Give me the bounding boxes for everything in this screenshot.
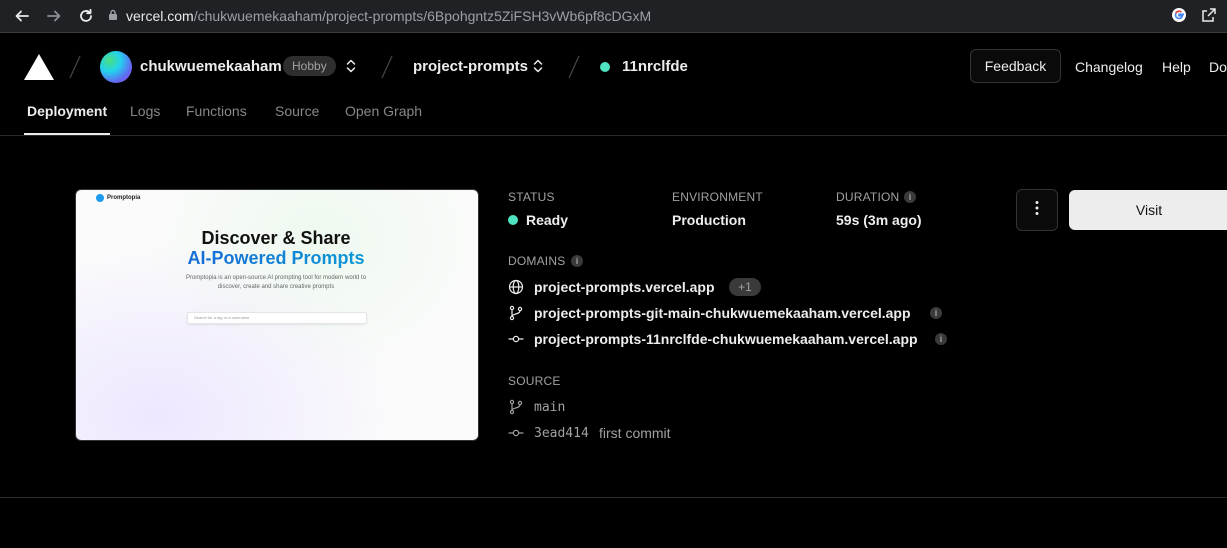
preview-heading: Discover & Share (201, 228, 351, 248)
back-arrow-icon[interactable] (12, 6, 32, 26)
info-icon[interactable]: i (904, 191, 916, 203)
breadcrumb-separator (68, 55, 82, 79)
forward-arrow-icon[interactable] (44, 6, 64, 26)
chevron-updown-icon[interactable] (345, 57, 357, 75)
preview-brand: Promptopia (96, 194, 140, 202)
lock-icon (108, 8, 118, 24)
environment-value: Production (672, 212, 746, 228)
environment-label: ENVIRONMENT (672, 190, 763, 204)
more-actions-button[interactable] (1016, 189, 1058, 231)
commit-sha[interactable]: 3ead414 (534, 426, 589, 441)
status-dot (508, 215, 518, 225)
deployment-preview[interactable]: Promptopia Discover & Share AI-Powered P… (75, 189, 479, 441)
section-divider (0, 497, 1227, 498)
visit-button[interactable]: Visit (1069, 190, 1227, 230)
git-branch-icon (508, 399, 524, 415)
source-label: SOURCE (508, 374, 561, 388)
share-icon[interactable] (1201, 7, 1217, 28)
browser-toolbar: vercel.com/chukwuemekaaham/project-promp… (0, 0, 1227, 33)
info-icon[interactable]: i (935, 333, 947, 345)
help-link[interactable]: Help (1162, 59, 1191, 75)
commit-message: first commit (599, 425, 671, 441)
project-name[interactable]: project-prompts (413, 58, 528, 75)
domains-label: DOMAINS (508, 254, 566, 268)
preview-search-input: Search for a tag or a username (187, 312, 367, 324)
tab-source[interactable]: Source (275, 103, 319, 119)
git-branch-icon (508, 305, 524, 321)
deployment-status-dot (600, 62, 610, 72)
domain-link[interactable]: project-prompts.vercel.app (534, 279, 715, 295)
url-path: /chukwuemekaaham/project-prompts/6Bpohgn… (193, 8, 652, 24)
info-icon[interactable]: i (930, 307, 942, 319)
git-commit-icon (508, 331, 524, 347)
google-icon[interactable] (1171, 7, 1187, 28)
status-value: Ready (526, 212, 569, 228)
deployment-id: 11nrclfde (622, 58, 688, 75)
source-branch[interactable]: main (534, 400, 565, 415)
domain-link[interactable]: project-prompts-git-main-chukwuemekaaham… (534, 305, 911, 321)
reload-icon[interactable] (76, 6, 96, 26)
vercel-logo-icon[interactable] (24, 54, 54, 85)
feedback-button[interactable]: Feedback (970, 49, 1061, 83)
kebab-menu-icon (1035, 200, 1039, 221)
chevron-updown-icon[interactable] (532, 57, 544, 75)
breadcrumb-separator (567, 55, 581, 79)
address-bar[interactable]: vercel.com/chukwuemekaaham/project-promp… (108, 2, 1218, 30)
team-name[interactable]: chukwuemekaaham (140, 58, 282, 75)
tab-deployment[interactable]: Deployment (27, 103, 107, 119)
active-tab-indicator (24, 133, 110, 135)
tab-functions[interactable]: Functions (186, 103, 247, 119)
info-icon[interactable]: i (571, 255, 583, 267)
duration-label: DURATION (836, 190, 900, 204)
breadcrumb-separator (380, 55, 394, 79)
project-header: chukwuemekaaham Hobby project-prompts 11… (0, 33, 1227, 136)
globe-icon (508, 279, 524, 295)
domain-link[interactable]: project-prompts-11nrclfde-chukwuemekaaha… (534, 331, 918, 347)
docs-link[interactable]: Do (1209, 59, 1227, 75)
promptopia-logo-icon (96, 194, 104, 202)
tab-logs[interactable]: Logs (130, 103, 160, 119)
preview-heading-gradient: AI-Powered Prompts (76, 248, 476, 269)
extra-domains-badge[interactable]: +1 (729, 278, 761, 296)
duration-value: 59s (3m ago) (836, 212, 922, 228)
changelog-link[interactable]: Changelog (1075, 59, 1143, 75)
plan-badge: Hobby (283, 56, 336, 76)
avatar[interactable] (100, 51, 132, 83)
status-label: STATUS (508, 190, 555, 204)
tab-open-graph[interactable]: Open Graph (345, 103, 422, 119)
url-host: vercel.com (126, 8, 194, 24)
git-commit-icon (508, 425, 524, 441)
preview-description: Promptopia is an open-source AI promptin… (185, 275, 367, 290)
